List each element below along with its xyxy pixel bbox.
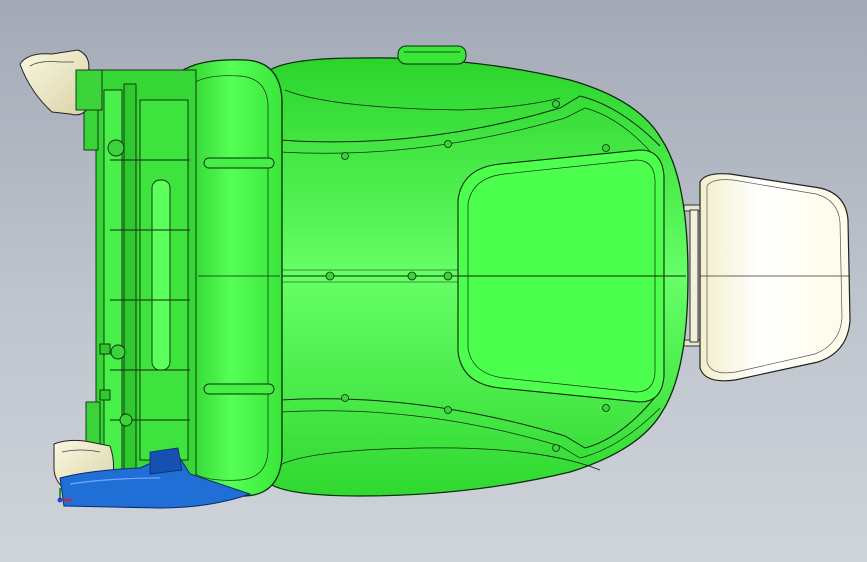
headrest [699,173,851,382]
headrest-group [683,173,851,382]
cad-3d-viewport[interactable] [0,0,867,562]
seat-model-render [19,45,851,509]
seat-frame-mechanism [83,69,197,491]
seat-back-shell [269,45,689,497]
recliner-handle-top [19,49,103,116]
